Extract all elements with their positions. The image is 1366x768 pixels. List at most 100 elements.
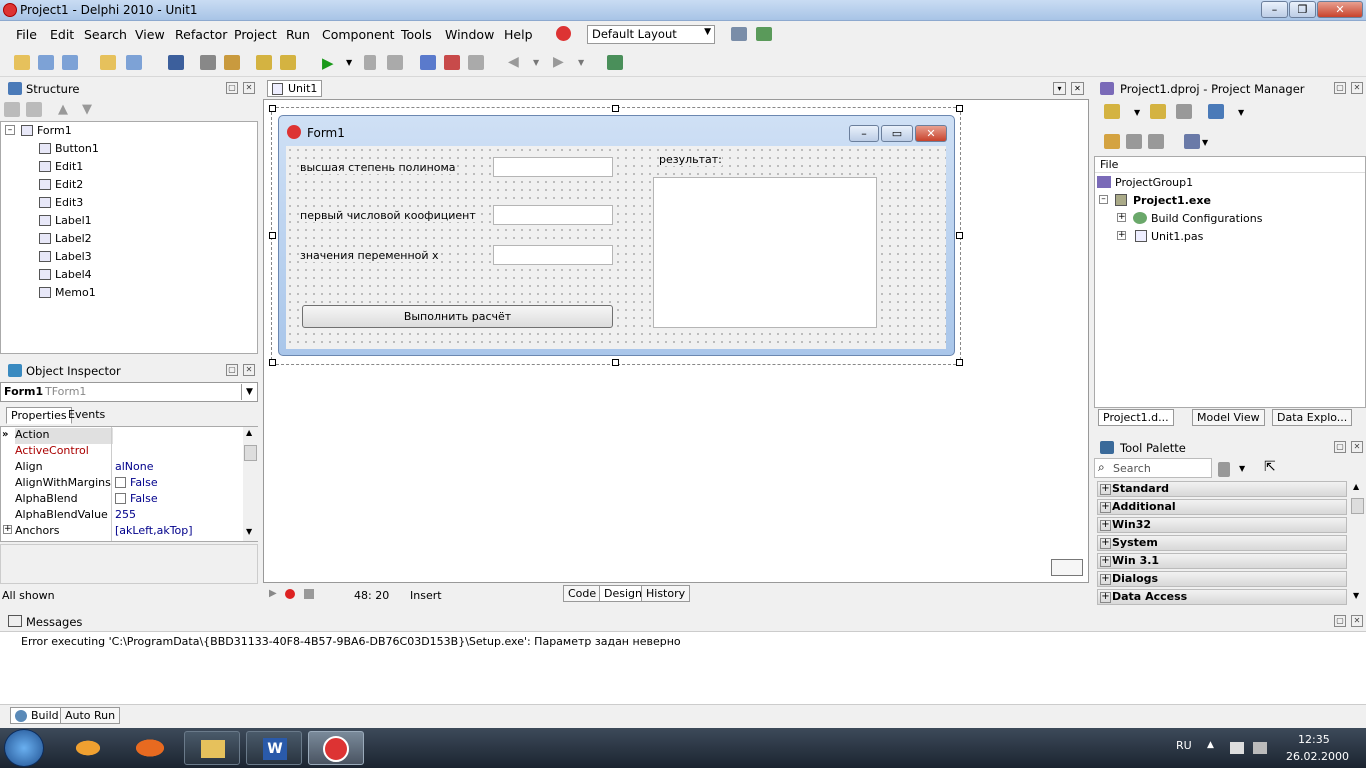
property-row[interactable]: AlphaBlendValue 255 (15, 508, 245, 524)
stop-macro-icon[interactable] (304, 589, 314, 599)
form-close-button[interactable]: ✕ (915, 125, 947, 142)
chevron-down-icon[interactable]: ▼ (1202, 138, 1208, 147)
checkbox[interactable] (115, 477, 126, 488)
expand-icon[interactable] (1126, 134, 1142, 149)
chevron-down-icon[interactable]: ▼ (704, 27, 711, 37)
explorer-icon[interactable] (184, 731, 240, 765)
scroll-up-icon[interactable]: ▲ (246, 428, 252, 437)
firefox-icon[interactable] (122, 731, 178, 765)
tab-data-explorer[interactable]: Data Explo... (1272, 409, 1353, 426)
remove-icon[interactable] (1176, 104, 1192, 119)
chevron-down-icon[interactable]: ▼ (241, 384, 257, 400)
forward-dropdown-icon[interactable]: ▼ (578, 58, 584, 67)
menu-window[interactable]: Window (445, 27, 494, 42)
tree-item[interactable]: Label3 (39, 250, 92, 263)
action-center-icon[interactable] (1230, 742, 1244, 754)
property-row[interactable]: AlignWithMargins False (15, 476, 245, 492)
property-row[interactable]: AlphaBlend False (15, 492, 245, 508)
unit1-pas[interactable]: Unit1.pas (1151, 230, 1203, 243)
word-icon[interactable]: W (246, 731, 302, 765)
chevron-down-icon[interactable]: ▼ (1239, 464, 1245, 473)
resize-handle[interactable] (956, 359, 963, 366)
scroll-thumb[interactable] (1351, 498, 1364, 514)
tree-item[interactable]: Edit1 (39, 160, 83, 173)
pointer-icon[interactable]: ⇱ (1264, 459, 1276, 475)
edit3[interactable] (493, 245, 613, 265)
tab-project[interactable]: Project1.d... (1098, 409, 1174, 426)
close-button[interactable]: ✕ (1317, 1, 1363, 18)
tree-item[interactable]: Edit3 (39, 196, 83, 209)
palette-category-data-access[interactable]: Data Access (1097, 589, 1347, 605)
label1[interactable]: высшая степень полинома (300, 161, 456, 174)
start-button[interactable] (4, 729, 44, 767)
play-macro-icon[interactable]: ▶ (269, 588, 277, 599)
form-minimize-button[interactable]: – (849, 125, 879, 142)
palette-category-win31[interactable]: Win 3.1 (1097, 553, 1347, 569)
property-value[interactable]: 255 (115, 508, 136, 521)
property-scrollbar[interactable]: ▲ ▼ (243, 427, 258, 541)
property-value[interactable]: [akLeft,akTop] (115, 524, 193, 537)
volume-muted-icon[interactable] (1253, 742, 1267, 754)
palette-category-standard[interactable]: Standard (1097, 481, 1347, 497)
media-player-icon[interactable] (60, 731, 116, 765)
close-icon[interactable]: ✕ (1071, 82, 1084, 95)
resize-handle[interactable] (269, 359, 276, 366)
pin-icon[interactable]: ▢ (1334, 82, 1346, 94)
project-exe[interactable]: Project1.exe (1133, 194, 1211, 207)
resize-handle[interactable] (612, 359, 619, 366)
record-macro-icon[interactable] (285, 589, 295, 599)
object-selector[interactable]: Form1 TForm1 ▼ (0, 382, 258, 402)
open-project-folder-icon[interactable] (224, 55, 240, 70)
list-icon[interactable] (1184, 134, 1200, 149)
save-icon[interactable] (168, 55, 184, 70)
new-file-icon[interactable] (100, 55, 116, 70)
form-preview-icon[interactable] (1051, 559, 1083, 576)
menu-file[interactable]: File (16, 27, 37, 42)
set-debug-desktop-icon[interactable] (756, 27, 772, 41)
stop-icon[interactable] (387, 55, 403, 70)
form-maximize-button[interactable]: ▭ (881, 125, 913, 142)
forward-arrow-icon[interactable]: ▶ (553, 54, 564, 70)
tree-collapse-icon[interactable]: – (1099, 195, 1108, 204)
property-row[interactable]: Align alNone (15, 460, 245, 476)
memo1[interactable] (653, 177, 877, 328)
close-icon[interactable]: ✕ (1351, 441, 1363, 453)
tree-expand-icon[interactable]: + (1117, 213, 1126, 222)
property-row[interactable]: Anchors [akLeft,akTop] (15, 524, 245, 540)
tab-history[interactable]: History (641, 585, 691, 602)
add-to-project-icon[interactable] (256, 55, 272, 70)
minimize-button[interactable]: – (1261, 1, 1288, 18)
tray-arrow-icon[interactable]: ▲ (1207, 740, 1214, 750)
scroll-down-icon[interactable]: ▼ (1353, 591, 1359, 600)
pin-icon[interactable]: ▢ (1334, 441, 1346, 453)
property-row[interactable]: ActiveControl (15, 444, 245, 460)
open-project-icon[interactable] (38, 55, 54, 70)
menu-run[interactable]: Run (286, 27, 310, 42)
tab-properties[interactable]: Properties (6, 407, 72, 424)
scroll-down-icon[interactable]: ▼ (246, 527, 252, 536)
open-file-icon[interactable] (126, 55, 142, 70)
column-header-file[interactable]: File (1095, 157, 1365, 173)
help-book-icon[interactable] (607, 55, 623, 70)
sync-icon[interactable] (1104, 134, 1120, 149)
tree-item[interactable]: Edit2 (39, 178, 83, 191)
close-icon[interactable]: ✕ (243, 364, 255, 376)
tree-item[interactable]: Label4 (39, 268, 92, 281)
property-value[interactable]: alNone (115, 460, 154, 473)
tree-collapse-icon[interactable]: – (5, 125, 15, 135)
resize-handle[interactable] (956, 105, 963, 112)
tab-build[interactable]: Build (10, 707, 64, 724)
back-arrow-icon[interactable]: ◀ (508, 54, 519, 70)
run-to-cursor-icon[interactable] (468, 55, 484, 70)
pin-icon[interactable]: ▢ (1334, 615, 1346, 627)
tab-events[interactable]: Events (64, 407, 109, 422)
label3[interactable]: значения переменной x (300, 249, 439, 262)
pin-icon[interactable]: ▢ (226, 364, 238, 376)
expand-icon[interactable]: + (3, 525, 12, 534)
chevron-down-icon[interactable]: ▼ (1238, 108, 1244, 117)
menu-tools[interactable]: Tools (401, 27, 432, 42)
run-icon[interactable]: ▶ (322, 54, 334, 72)
menu-edit[interactable]: Edit (50, 27, 74, 42)
close-icon[interactable]: ✕ (243, 82, 255, 94)
maximize-button[interactable]: ❐ (1289, 1, 1316, 18)
